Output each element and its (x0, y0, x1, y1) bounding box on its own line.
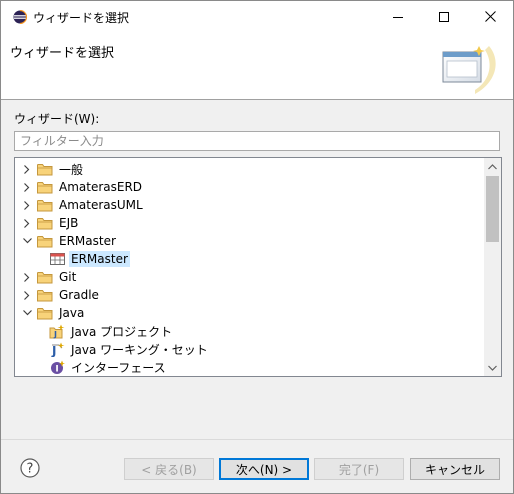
page-title: ウィザードを選択 (10, 46, 115, 61)
tree-item-label: ERMaster (69, 251, 130, 267)
tree-item[interactable]: AmaterasERD (15, 178, 491, 196)
tree-item-label: ERMaster (59, 234, 116, 248)
scroll-down-button[interactable] (484, 359, 501, 376)
wizard-filter-label: ウィザード(W): (14, 112, 100, 126)
interface-icon: I (49, 360, 65, 374)
tree-item[interactable]: ERMaster (15, 232, 491, 250)
footer-divider (1, 439, 513, 440)
eclipse-icon (13, 10, 27, 24)
folder-icon (37, 198, 53, 212)
close-button[interactable] (467, 1, 513, 32)
folder-icon (37, 288, 53, 302)
new-wizard-banner-icon (442, 46, 496, 94)
tree-item[interactable]: EJB (15, 214, 491, 232)
tree-item-label: AmaterasUML (59, 198, 143, 212)
tree-scrollbar[interactable] (484, 158, 501, 376)
tree-item[interactable]: AmaterasUML (15, 196, 491, 214)
window-title: ウィザードを選択 (33, 11, 130, 25)
maximize-button[interactable] (421, 1, 467, 32)
tree-item-label: EJB (59, 216, 79, 230)
chevron-right-icon[interactable] (21, 181, 33, 193)
close-icon (484, 11, 496, 22)
folder-icon (37, 180, 53, 194)
wizard-tree[interactable]: 一般 AmaterasERD AmaterasUML EJB ERMaster ERMas… (14, 157, 502, 377)
filter-input[interactable] (14, 131, 500, 151)
chevron-right-icon[interactable] (21, 163, 33, 175)
chevron-right-icon[interactable] (21, 271, 33, 283)
folder-icon (37, 306, 53, 320)
tree-item-label: Java ワーキング・セット (71, 342, 208, 357)
svg-text:I: I (55, 364, 58, 374)
tree-item[interactable]: Git (15, 268, 491, 286)
minimize-icon (393, 16, 403, 18)
folder-icon (37, 234, 53, 248)
wizard-dialog: ウィザードを選択 ウィザードを選択 ウィザード(W): フィルター入力 一般 A… (0, 0, 514, 494)
folder-icon (37, 270, 53, 284)
chevron-right-icon[interactable] (21, 289, 33, 301)
chevron-down-icon[interactable] (21, 307, 33, 319)
tree-item[interactable]: Java (15, 304, 491, 322)
tree-item[interactable]: 一般 (15, 160, 491, 178)
chevron-right-icon[interactable] (21, 199, 33, 211)
help-icon[interactable]: ? (20, 458, 40, 478)
folder-icon (37, 162, 53, 176)
maximize-icon (439, 11, 449, 22)
back-button[interactable]: < 戻る(B) (124, 458, 214, 480)
next-button[interactable]: 次へ(N) > (219, 458, 309, 480)
tree-item-label: 一般 (59, 162, 84, 177)
minimize-button[interactable] (375, 1, 421, 32)
cancel-button[interactable]: キャンセル (410, 458, 500, 480)
tree-item-label: AmaterasERD (59, 180, 143, 194)
svg-text:J: J (51, 344, 56, 357)
tree-item[interactable]: J Java ワーキング・セット (15, 340, 501, 358)
finish-button[interactable]: 完了(F) (314, 458, 404, 480)
folder-icon (37, 216, 53, 230)
scroll-thumb[interactable] (486, 176, 499, 242)
chevron-down-icon[interactable] (21, 235, 33, 247)
tree-item-label: インターフェース (71, 360, 166, 375)
java-project-icon: J (49, 324, 65, 339)
tree-item-label: Java プロジェクト (71, 324, 173, 339)
scroll-up-button[interactable] (484, 158, 501, 175)
java-working-set-icon: J (49, 342, 65, 357)
chevron-right-icon[interactable] (21, 217, 33, 229)
chevron-up-icon (488, 163, 497, 169)
tree-item-label: Git (59, 270, 77, 284)
tree-item[interactable]: I インターフェース (15, 358, 501, 376)
tree-item-label: Java (59, 306, 85, 320)
tree-item[interactable]: J Java プロジェクト (15, 322, 501, 340)
tree-item-label: Gradle (59, 288, 99, 302)
tree-item[interactable]: ERMaster (15, 250, 501, 268)
svg-text:J: J (53, 330, 57, 339)
svg-text:?: ? (27, 462, 34, 477)
title-bar: ウィザードを選択 (1, 1, 513, 32)
tree-item[interactable]: Gradle (15, 286, 491, 304)
wizard-header: ウィザードを選択 (1, 32, 513, 100)
chevron-down-icon (488, 365, 497, 371)
table-icon (49, 252, 65, 266)
